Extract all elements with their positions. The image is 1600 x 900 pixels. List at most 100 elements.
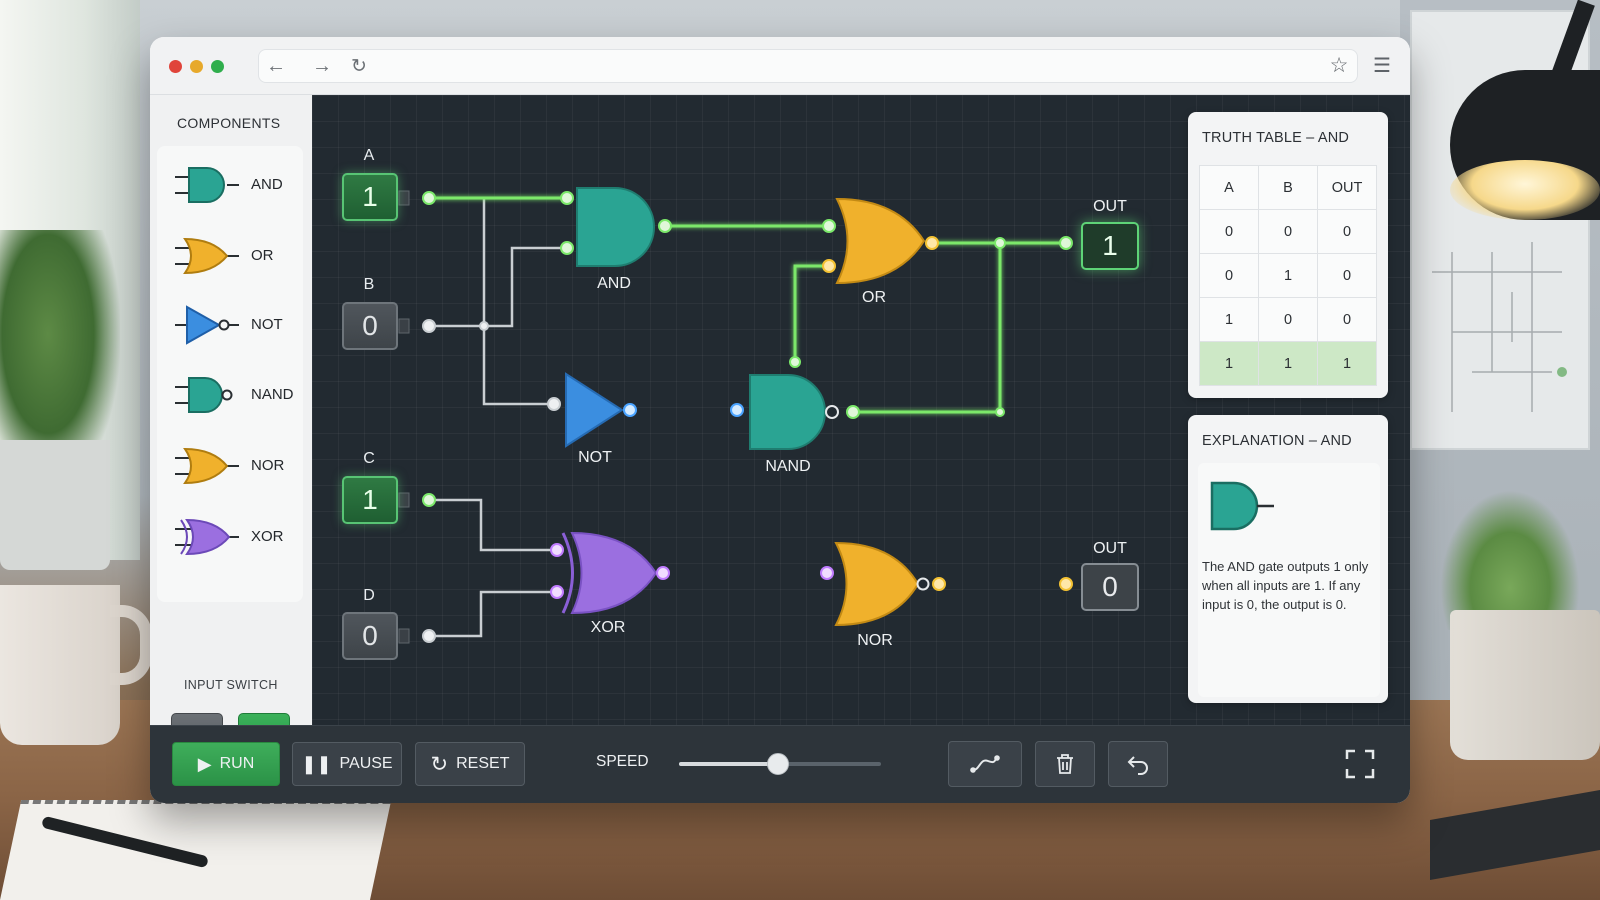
reset-label: RESET <box>456 755 510 772</box>
input-connectors <box>398 190 410 644</box>
nand-gate[interactable] <box>749 374 826 450</box>
circuit-canvas[interactable]: A 1 B 0 C 1 D 0 AND OR NOT NAND XOR NOR … <box>312 95 1410 725</box>
mug-handle <box>110 605 152 685</box>
and-gate-icon <box>1210 481 1274 531</box>
delete-button[interactable] <box>1035 741 1095 787</box>
back-arrow-icon[interactable]: ← <box>260 50 292 82</box>
active-wires <box>429 196 1066 414</box>
and-gate[interactable] <box>576 187 655 267</box>
input-c-switch[interactable]: 1 <box>342 476 398 524</box>
reload-icon[interactable]: ↻ <box>343 50 375 82</box>
lamp-light <box>1450 160 1600 220</box>
background-pot <box>0 440 110 570</box>
input-switch-title: INPUT SWITCH <box>184 678 278 692</box>
fullscreen-button[interactable] <box>1340 744 1380 784</box>
component-xor[interactable]: XOR <box>157 506 303 566</box>
input-c-label: C <box>363 450 375 467</box>
truth-table-cell: 0 <box>1199 209 1259 254</box>
minimize-window-button[interactable] <box>190 60 203 73</box>
nor-bubble <box>916 577 930 591</box>
input-d-switch[interactable]: 0 <box>342 612 398 660</box>
pause-button[interactable]: ❚❚ PAUSE <box>292 742 402 786</box>
address-bar[interactable] <box>258 49 1358 83</box>
xor-gate-label: XOR <box>590 619 626 636</box>
component-label: AND <box>251 175 283 193</box>
wire-c-to-xor <box>429 498 557 552</box>
component-and[interactable]: AND <box>157 154 303 214</box>
truth-table-row-highlighted: 1 1 1 <box>1199 341 1377 386</box>
explanation-panel: EXPLANATION – AND The AND gate outputs 1… <box>1188 415 1388 703</box>
output-1-label: OUT <box>1093 198 1127 215</box>
truth-table-cell: 0 <box>1317 253 1377 298</box>
truth-table-row: 0 1 0 <box>1199 253 1377 298</box>
truth-table-header: OUT <box>1317 165 1377 210</box>
reset-button[interactable]: ↻ RESET <box>415 742 525 786</box>
input-d-label: D <box>363 587 375 604</box>
wire-nand-to-or <box>793 264 829 362</box>
undo-button[interactable] <box>1108 741 1168 787</box>
and-gate-label: AND <box>597 275 631 292</box>
idle-wires <box>429 196 567 638</box>
truth-table-header-row: A B OUT <box>1199 165 1377 210</box>
and-gate-icon <box>175 167 239 203</box>
component-label: NOR <box>251 456 285 474</box>
input-b-switch[interactable]: 0 <box>342 302 398 350</box>
wire-a-to-not <box>429 196 554 406</box>
truth-table: A B OUT 0 0 0 0 1 0 1 0 0 1 1 1 <box>1199 165 1377 386</box>
truth-table-cell: 0 <box>1258 209 1318 254</box>
truth-table-cell: 0 <box>1258 297 1318 342</box>
component-or[interactable]: OR <box>157 225 303 285</box>
forward-arrow-icon[interactable]: → <box>306 50 338 82</box>
component-nand[interactable]: NAND <box>157 364 303 424</box>
speed-slider-fill <box>679 762 778 766</box>
hamburger-menu-icon[interactable]: ☰ <box>1367 50 1397 80</box>
component-palette: AND OR NOT NAND NOR XOR <box>157 146 303 602</box>
nor-gate[interactable] <box>834 541 920 627</box>
component-nor[interactable]: NOR <box>157 435 303 495</box>
components-title: COMPONENTS <box>177 115 281 131</box>
truth-table-title: TRUTH TABLE – AND <box>1202 130 1350 146</box>
play-icon: ▶ <box>197 754 212 774</box>
bookmark-star-icon[interactable]: ☆ <box>1324 50 1354 80</box>
not-gate[interactable] <box>565 372 624 448</box>
xor-gate[interactable] <box>570 531 658 615</box>
maximize-window-button[interactable] <box>211 60 224 73</box>
pause-label: PAUSE <box>339 755 393 772</box>
speed-label: SPEED <box>596 753 649 770</box>
xor-input-curve <box>561 532 574 614</box>
components-sidebar: COMPONENTS AND OR NOT NAND NOR XOR INPUT… <box>150 95 312 759</box>
wire-tool-button[interactable] <box>948 741 1022 787</box>
trash-icon <box>1057 754 1073 774</box>
control-toolbar: ▶ RUN ❚❚ PAUSE ↻ RESET SPEED <box>150 725 1410 803</box>
truth-table-cell: 1 <box>1258 253 1318 298</box>
explanation-text: The AND gate outputs 1 only when all inp… <box>1202 559 1369 612</box>
or-gate[interactable] <box>835 197 926 285</box>
truth-table-cell: 1 <box>1258 341 1318 386</box>
run-button[interactable]: ▶ RUN <box>172 742 280 786</box>
truth-table-row: 1 0 0 <box>1199 297 1377 342</box>
truth-table-cell: 0 <box>1317 209 1377 254</box>
wire-b-to-and <box>429 246 567 328</box>
nand-gate-icon <box>175 377 233 413</box>
component-not[interactable]: NOT <box>157 294 303 354</box>
output-2-display: 0 <box>1081 563 1139 611</box>
fullscreen-icon <box>1345 749 1375 779</box>
succulent-pot <box>1450 610 1600 760</box>
explanation-body: The AND gate outputs 1 only when all inp… <box>1198 463 1380 697</box>
output-1-display: 1 <box>1081 222 1139 270</box>
app-window: ← → ↻ ☆ ☰ COMPONENTS AND OR NOT NAND NOR… <box>150 37 1410 803</box>
output-2-label: OUT <box>1093 540 1127 557</box>
wire-d-to-xor <box>429 590 557 638</box>
close-window-button[interactable] <box>169 60 182 73</box>
truth-table-header: A <box>1199 165 1259 210</box>
speed-slider-thumb[interactable] <box>766 753 789 775</box>
browser-titlebar: ← → ↻ ☆ ☰ <box>150 37 1410 95</box>
truth-table-cell: 1 <box>1317 341 1377 386</box>
speed-slider[interactable] <box>679 753 881 775</box>
nand-bubble <box>825 405 839 419</box>
component-label: NOT <box>251 315 283 333</box>
reset-icon: ↻ <box>430 752 449 776</box>
explanation-title: EXPLANATION – AND <box>1202 433 1352 449</box>
input-a-switch[interactable]: 1 <box>342 173 398 221</box>
component-label: NAND <box>251 385 294 403</box>
